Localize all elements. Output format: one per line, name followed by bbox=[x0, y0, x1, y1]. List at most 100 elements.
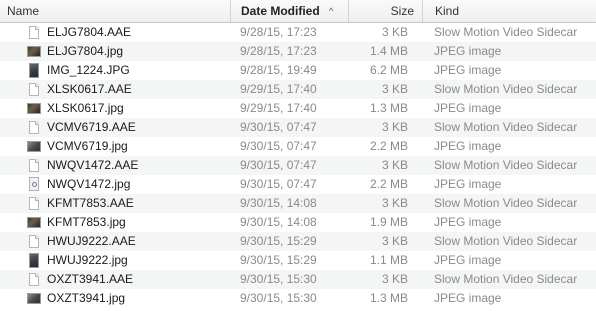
file-name: VCMV6719.jpg bbox=[47, 139, 128, 153]
file-date-modified: 9/29/15, 17:40 bbox=[240, 101, 317, 115]
file-date-modified: 9/30/15, 15:30 bbox=[240, 291, 317, 305]
file-list: ELJG7804.AAE 9/28/15, 17:23 3 KB Slow Mo… bbox=[0, 23, 596, 308]
file-date-modified: 9/30/15, 15:30 bbox=[240, 272, 317, 286]
file-size: 6.2 MB bbox=[369, 63, 408, 77]
file-kind: JPEG image bbox=[434, 63, 502, 77]
file-date-modified: 9/30/15, 07:47 bbox=[240, 177, 317, 191]
file-size: 1.4 MB bbox=[369, 44, 408, 58]
image-thumbnail-icon bbox=[27, 42, 41, 61]
column-header-bar: Name Date Modified ^ Size Kind bbox=[0, 0, 596, 23]
file-kind: JPEG image bbox=[434, 291, 502, 305]
file-kind: JPEG image bbox=[434, 139, 502, 153]
file-row[interactable]: OXZT3941.AAE 9/30/15, 15:30 3 KB Slow Mo… bbox=[0, 270, 596, 289]
file-kind: Slow Motion Video Sidecar bbox=[434, 234, 578, 248]
file-row[interactable]: HWUJ9222.jpg 9/30/15, 15:29 1.1 MB JPEG … bbox=[0, 251, 596, 270]
file-date-modified: 9/28/15, 19:49 bbox=[240, 63, 317, 77]
file-name: ELJG7804.AAE bbox=[47, 25, 132, 39]
file-date-modified: 9/30/15, 07:47 bbox=[240, 120, 317, 134]
image-thumbnail-icon bbox=[27, 99, 41, 118]
image-thumbnail-icon bbox=[27, 175, 41, 194]
file-size: 1.1 MB bbox=[369, 253, 408, 267]
file-name: IMG_1224.JPG bbox=[47, 63, 130, 77]
file-name: HWUJ9222.jpg bbox=[47, 253, 128, 267]
column-header-size-label: Size bbox=[390, 4, 414, 18]
file-kind: Slow Motion Video Sidecar bbox=[434, 25, 578, 39]
file-row[interactable]: VCMV6719.jpg 9/30/15, 07:47 2.2 MB JPEG … bbox=[0, 137, 596, 156]
column-header-date-modified-label: Date Modified bbox=[241, 4, 320, 18]
file-kind: Slow Motion Video Sidecar bbox=[434, 82, 578, 96]
file-kind: JPEG image bbox=[434, 44, 502, 58]
file-row[interactable]: ELJG7804.jpg 9/28/15, 17:23 1.4 MB JPEG … bbox=[0, 42, 596, 61]
image-thumbnail-icon bbox=[27, 213, 41, 232]
file-date-modified: 9/30/15, 14:08 bbox=[240, 196, 317, 210]
column-header-size[interactable]: Size bbox=[348, 0, 422, 22]
file-date-modified: 9/30/15, 07:47 bbox=[240, 158, 317, 172]
document-icon bbox=[27, 194, 41, 213]
file-name: XLSK0617.AAE bbox=[47, 82, 132, 96]
file-size: 1.3 MB bbox=[369, 101, 408, 115]
file-size: 3 KB bbox=[381, 82, 408, 96]
document-icon bbox=[27, 23, 41, 42]
file-name: KFMT7853.jpg bbox=[47, 215, 126, 229]
file-size: 3 KB bbox=[381, 25, 408, 39]
file-row[interactable]: ELJG7804.AAE 9/28/15, 17:23 3 KB Slow Mo… bbox=[0, 23, 596, 42]
sort-ascending-icon: ^ bbox=[329, 6, 334, 16]
column-header-date-modified[interactable]: Date Modified ^ bbox=[230, 0, 348, 22]
column-header-name[interactable]: Name bbox=[0, 0, 230, 22]
file-size: 1.3 MB bbox=[369, 291, 408, 305]
file-row[interactable]: NWQV1472.AAE 9/30/15, 07:47 3 KB Slow Mo… bbox=[0, 156, 596, 175]
file-name: KFMT7853.AAE bbox=[47, 196, 134, 210]
file-kind: Slow Motion Video Sidecar bbox=[434, 158, 578, 172]
column-header-kind-label: Kind bbox=[435, 4, 460, 18]
file-name: NWQV1472.jpg bbox=[47, 177, 131, 191]
file-name: OXZT3941.jpg bbox=[47, 291, 126, 305]
file-size: 3 KB bbox=[381, 234, 408, 248]
file-date-modified: 9/29/15, 17:40 bbox=[240, 82, 317, 96]
file-name: ELJG7804.jpg bbox=[47, 44, 124, 58]
file-name: OXZT3941.AAE bbox=[47, 272, 134, 286]
column-header-kind[interactable]: Kind bbox=[422, 0, 596, 22]
file-size: 3 KB bbox=[381, 272, 408, 286]
file-kind: JPEG image bbox=[434, 177, 502, 191]
file-row[interactable]: KFMT7853.AAE 9/30/15, 14:08 3 KB Slow Mo… bbox=[0, 194, 596, 213]
file-name: HWUJ9222.AAE bbox=[47, 234, 136, 248]
file-row[interactable]: XLSK0617.AAE 9/29/15, 17:40 3 KB Slow Mo… bbox=[0, 80, 596, 99]
file-date-modified: 9/30/15, 15:29 bbox=[240, 253, 317, 267]
image-thumbnail-icon bbox=[27, 251, 41, 270]
file-kind: JPEG image bbox=[434, 215, 502, 229]
document-icon bbox=[27, 232, 41, 251]
file-kind: Slow Motion Video Sidecar bbox=[434, 196, 578, 210]
file-size: 1.9 MB bbox=[369, 215, 408, 229]
file-size: 3 KB bbox=[381, 196, 408, 210]
file-row[interactable]: NWQV1472.jpg 9/30/15, 07:47 2.2 MB JPEG … bbox=[0, 175, 596, 194]
file-date-modified: 9/28/15, 17:23 bbox=[240, 25, 317, 39]
file-date-modified: 9/30/15, 07:47 bbox=[240, 139, 317, 153]
document-icon bbox=[27, 270, 41, 289]
file-date-modified: 9/28/15, 17:23 bbox=[240, 44, 317, 58]
document-icon bbox=[27, 118, 41, 137]
file-row[interactable]: OXZT3941.jpg 9/30/15, 15:30 1.3 MB JPEG … bbox=[0, 289, 596, 308]
image-thumbnail-icon bbox=[27, 61, 41, 80]
file-name: XLSK0617.jpg bbox=[47, 101, 124, 115]
file-kind: Slow Motion Video Sidecar bbox=[434, 272, 578, 286]
file-row[interactable]: IMG_1224.JPG 9/28/15, 19:49 6.2 MB JPEG … bbox=[0, 61, 596, 80]
file-size: 2.2 MB bbox=[369, 139, 408, 153]
finder-list-view: Name Date Modified ^ Size Kind ELJG7804.A… bbox=[0, 0, 596, 311]
file-size: 3 KB bbox=[381, 120, 408, 134]
file-name: VCMV6719.AAE bbox=[47, 120, 136, 134]
file-row[interactable]: VCMV6719.AAE 9/30/15, 07:47 3 KB Slow Mo… bbox=[0, 118, 596, 137]
file-date-modified: 9/30/15, 14:08 bbox=[240, 215, 317, 229]
file-row[interactable]: XLSK0617.jpg 9/29/15, 17:40 1.3 MB JPEG … bbox=[0, 99, 596, 118]
file-size: 3 KB bbox=[381, 158, 408, 172]
document-icon bbox=[27, 156, 41, 175]
column-header-name-label: Name bbox=[7, 4, 40, 18]
file-kind: JPEG image bbox=[434, 253, 502, 267]
file-kind: Slow Motion Video Sidecar bbox=[434, 120, 578, 134]
file-size: 2.2 MB bbox=[369, 177, 408, 191]
file-name: NWQV1472.AAE bbox=[47, 158, 139, 172]
document-icon bbox=[27, 80, 41, 99]
file-row[interactable]: KFMT7853.jpg 9/30/15, 14:08 1.9 MB JPEG … bbox=[0, 213, 596, 232]
image-thumbnail-icon bbox=[27, 137, 41, 156]
file-row[interactable]: HWUJ9222.AAE 9/30/15, 15:29 3 KB Slow Mo… bbox=[0, 232, 596, 251]
image-thumbnail-icon bbox=[27, 289, 41, 308]
